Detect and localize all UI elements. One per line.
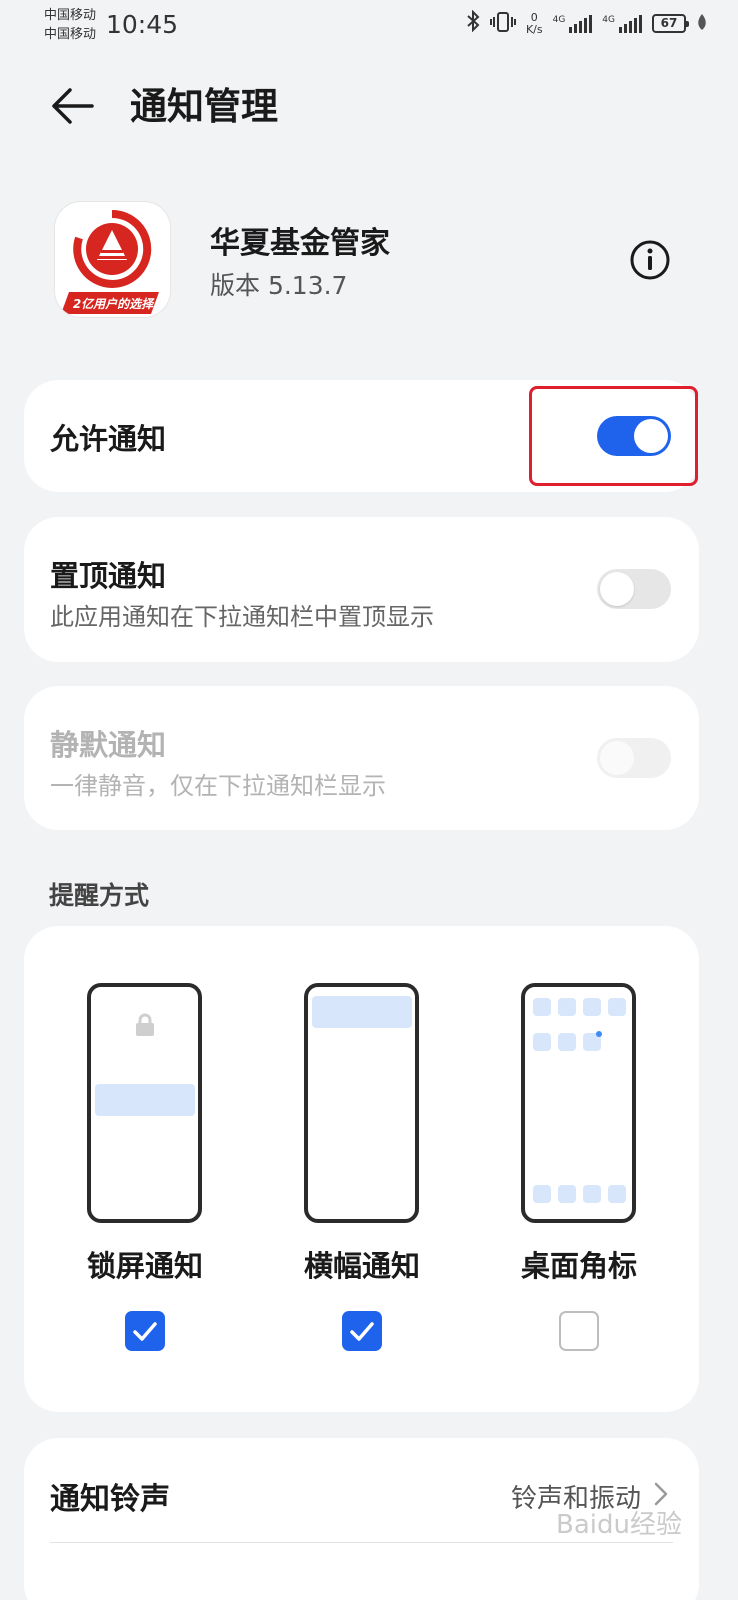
checkmark-icon: [133, 1322, 157, 1341]
option-label: 横幅通知: [303, 1249, 420, 1283]
signal-1-label: 4G: [552, 14, 566, 25]
leaf-icon: [696, 12, 708, 36]
net-speed-unit: K/s: [525, 22, 543, 36]
bluetooth-icon: [466, 9, 480, 37]
pinned-notifications-toggle[interactable]: [597, 569, 671, 609]
signal-icon-2: 4G: [602, 14, 642, 33]
app-tile: [533, 1033, 551, 1051]
app-tile: [583, 998, 601, 1016]
status-icons: 0 K/s 4G 4G 67: [466, 9, 708, 37]
divider: [50, 1542, 673, 1543]
lock-icon: [136, 1013, 154, 1036]
status-bar: 中国移动 中国移动 10:45 0 K/s 4G 4G 67: [0, 0, 738, 52]
signal-2-label: 4G: [602, 14, 615, 25]
app-info-button[interactable]: [628, 238, 672, 282]
app-tile: [608, 998, 626, 1016]
signal-icon-1: 4G: [552, 14, 593, 33]
arrow-left-icon: [52, 88, 94, 124]
clock: 10:45: [106, 10, 179, 39]
carrier-2: 中国移动: [44, 27, 97, 42]
dock-tile: [533, 1185, 551, 1203]
dock-tile: [558, 1185, 576, 1203]
vibrate-icon: [489, 11, 516, 37]
notification-block: [95, 1084, 195, 1116]
highlight-annotation: [529, 386, 698, 486]
app-name: 华夏基金管家: [210, 226, 390, 261]
pinned-notifications-desc: 此应用通知在下拉通知栏中置顶显示: [50, 603, 434, 631]
banner-checkbox[interactable]: [342, 1311, 382, 1351]
net-speed: 0 K/s: [525, 10, 543, 36]
allow-notifications-label: 允许通知: [50, 422, 167, 456]
app-icon-banner-text: 2亿用户的选择: [73, 297, 155, 311]
carrier-1: 中国移动: [44, 8, 97, 23]
option-label: 桌面角标: [520, 1249, 637, 1283]
ringtone-label: 通知铃声: [50, 1482, 170, 1517]
option-label: 锁屏通知: [86, 1249, 203, 1283]
silent-notifications-card: 静默通知 一律静音，仅在下拉通知栏显示: [24, 686, 699, 830]
desktop-badge-checkbox[interactable]: [559, 1311, 599, 1351]
back-button[interactable]: [48, 82, 96, 130]
app-tile: [558, 998, 576, 1016]
desktop-badge-illustration: [521, 983, 636, 1223]
silent-notifications-toggle: [597, 738, 671, 778]
app-tile: [558, 1033, 576, 1051]
carrier-labels: 中国移动 中国移动: [44, 6, 96, 44]
pinned-notifications-card[interactable]: 置顶通知 此应用通知在下拉通知栏中置顶显示: [24, 517, 699, 662]
watermark: Baidu经验: [556, 1510, 682, 1540]
lock-screen-checkbox[interactable]: [125, 1311, 165, 1351]
banner-illustration: [304, 983, 419, 1223]
dock-tile: [583, 1185, 601, 1203]
app-tile: [533, 998, 551, 1016]
toggle-knob: [600, 741, 634, 775]
silent-notifications-desc: 一律静音，仅在下拉通知栏显示: [50, 772, 386, 800]
app-version: 版本 5.13.7: [210, 271, 348, 300]
info-circle-icon: [630, 240, 670, 280]
silent-notifications-label: 静默通知: [50, 728, 167, 762]
toggle-knob: [600, 572, 634, 606]
checkmark-icon: [350, 1322, 374, 1341]
page-title: 通知管理: [130, 85, 278, 128]
pinned-notifications-label: 置顶通知: [50, 559, 167, 593]
dock-tile: [608, 1185, 626, 1203]
lock-screen-illustration: [87, 983, 202, 1223]
banner-block: [312, 996, 412, 1028]
battery-icon: 67: [652, 14, 689, 33]
reminder-methods-card: 锁屏通知 横幅通知 桌面角标: [24, 926, 699, 1412]
net-speed-value: 0: [530, 10, 538, 24]
reminder-section-label: 提醒方式: [49, 881, 150, 910]
app-logo: 2亿用户的选择: [55, 202, 170, 317]
badge-dot: [596, 1031, 602, 1037]
